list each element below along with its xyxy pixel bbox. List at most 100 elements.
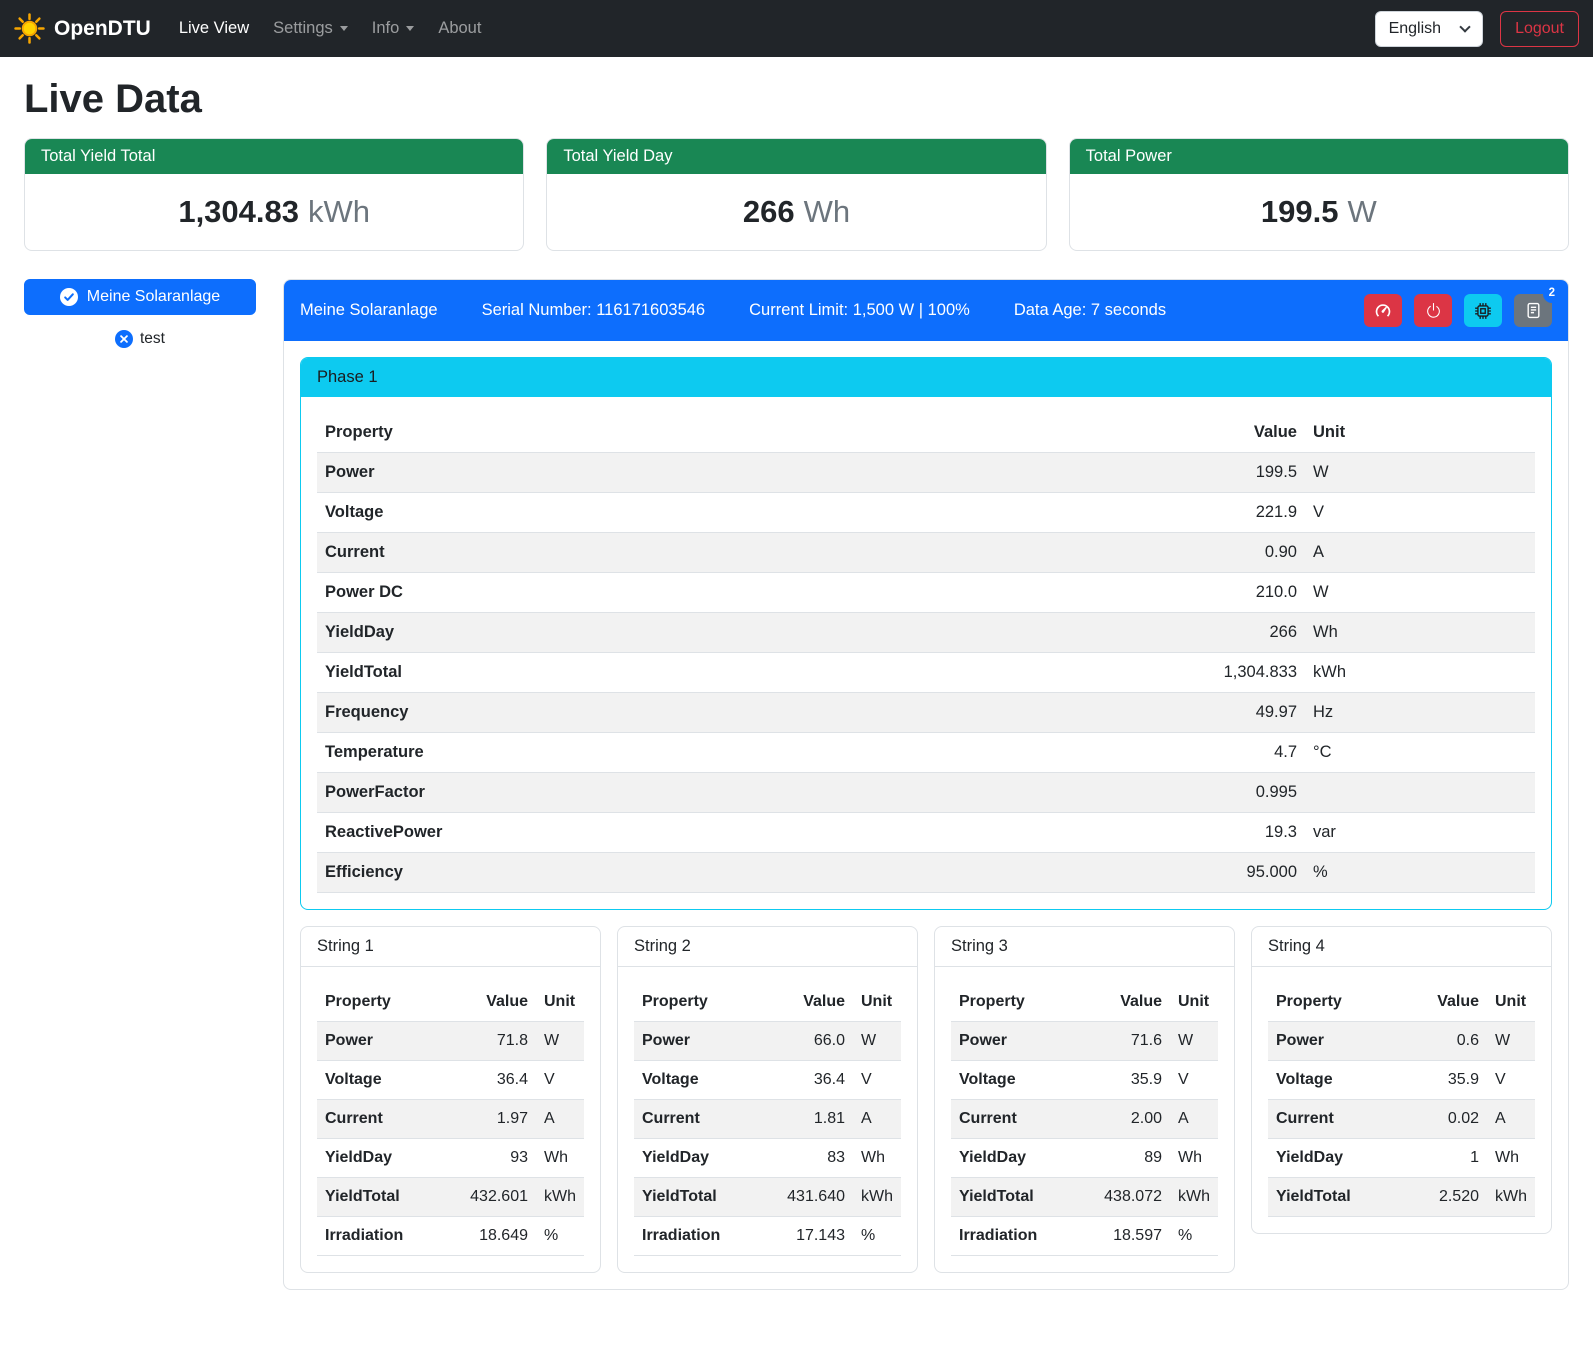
- col-property: Property: [1268, 983, 1415, 1022]
- card-header: Total Power: [1070, 139, 1568, 174]
- string-4-title: String 4: [1252, 927, 1551, 967]
- event-count-badge: 2: [1543, 285, 1561, 303]
- row-unit: Hz: [1305, 693, 1535, 733]
- string-4-card: String 4 Property Value Unit Power0.6WVo…: [1251, 926, 1552, 1234]
- row-value: 1.81: [779, 1100, 853, 1139]
- nav-live-view[interactable]: Live View: [179, 19, 249, 38]
- total-yield-total-value: 1,304.83: [178, 194, 299, 229]
- table-row: Irradiation18.649%: [317, 1217, 584, 1256]
- table-row: YieldDay1Wh: [1268, 1139, 1535, 1178]
- logout-button[interactable]: Logout: [1500, 11, 1579, 47]
- row-unit: kWh: [1170, 1178, 1218, 1217]
- row-property: Irradiation: [951, 1217, 1096, 1256]
- row-property: Temperature: [317, 733, 1175, 773]
- total-yield-day-card: Total Yield Day 266Wh: [546, 138, 1046, 251]
- row-unit: kWh: [1305, 653, 1535, 693]
- row-value: 266: [1175, 613, 1305, 653]
- row-value: 66.0: [779, 1022, 853, 1061]
- sidebar-item-test[interactable]: test: [24, 330, 256, 348]
- table-row: YieldTotal2.520kWh: [1268, 1178, 1535, 1217]
- page-title: Live Data: [0, 77, 1593, 122]
- row-value: 0.995: [1175, 773, 1305, 813]
- row-property: YieldTotal: [317, 653, 1175, 693]
- card-body: 1,304.83 kWh: [25, 174, 523, 250]
- language-select[interactable]: English: [1375, 11, 1483, 47]
- row-property: Voltage: [634, 1061, 779, 1100]
- col-value: Value: [1096, 983, 1170, 1022]
- nav-settings[interactable]: Settings: [273, 19, 348, 38]
- power-button[interactable]: [1414, 294, 1452, 327]
- navbar: OpenDTU Live View Settings Info About En…: [0, 0, 1593, 57]
- brand-title: OpenDTU: [54, 17, 151, 41]
- summary-cards-row: Total Yield Total 1,304.83 kWh Total Yiel…: [0, 138, 1593, 251]
- language-select-value: English: [1389, 20, 1441, 38]
- total-power-card: Total Power 199.5W: [1069, 138, 1569, 251]
- col-unit: Unit: [853, 983, 901, 1022]
- row-property: Current: [1268, 1100, 1415, 1139]
- row-unit: var: [1305, 813, 1535, 853]
- string-2-card: String 2 Property Value Unit Power66.0WV…: [617, 926, 918, 1273]
- table-header-row: Property Value Unit: [317, 413, 1535, 453]
- row-value: 1.97: [462, 1100, 536, 1139]
- nav-info[interactable]: Info: [372, 19, 415, 38]
- row-unit: %: [1305, 853, 1535, 893]
- event-log-button[interactable]: 2: [1514, 294, 1552, 327]
- cpu-icon: [1474, 302, 1492, 320]
- table-header-row: Property Value Unit: [951, 983, 1218, 1022]
- string-2-title: String 2: [618, 927, 917, 967]
- row-unit: kWh: [853, 1178, 901, 1217]
- card-body: 266Wh: [547, 174, 1045, 250]
- table-row: YieldDay93Wh: [317, 1139, 584, 1178]
- journal-icon: [1525, 302, 1542, 319]
- table-row: YieldDay89Wh: [951, 1139, 1218, 1178]
- row-property: ReactivePower: [317, 813, 1175, 853]
- table-row: Current0.02A: [1268, 1100, 1535, 1139]
- limit-settings-button[interactable]: [1364, 294, 1402, 327]
- string-4-body: Property Value Unit Power0.6WVoltage35.9…: [1252, 967, 1551, 1233]
- row-value: 36.4: [462, 1061, 536, 1100]
- row-value: 4.7: [1175, 733, 1305, 773]
- content-row: Meine Solaranlage test Meine Solaranlage…: [0, 279, 1593, 1290]
- row-value: 18.597: [1096, 1217, 1170, 1256]
- table-row: Power71.8W: [317, 1022, 584, 1061]
- row-property: YieldDay: [634, 1139, 779, 1178]
- row-property: Voltage: [951, 1061, 1096, 1100]
- table-row: Efficiency95.000%: [317, 853, 1535, 893]
- check-circle-icon: [60, 288, 78, 306]
- table-row: YieldDay83Wh: [634, 1139, 901, 1178]
- sidebar-item-test-label: test: [140, 330, 165, 348]
- nav-about[interactable]: About: [438, 19, 481, 38]
- opendtu-sun-logo-icon: [14, 13, 45, 44]
- row-value: 431.640: [779, 1178, 853, 1217]
- nav-info-label: Info: [372, 19, 400, 38]
- phase-1-title: Phase 1: [301, 358, 1551, 397]
- row-unit: %: [536, 1217, 584, 1256]
- row-unit: V: [1487, 1061, 1535, 1100]
- row-value: 83: [779, 1139, 853, 1178]
- table-row: Irradiation17.143%: [634, 1217, 901, 1256]
- total-yield-total-unit: kWh: [308, 194, 370, 229]
- row-property: YieldTotal: [634, 1178, 779, 1217]
- table-header-row: Property Value Unit: [317, 983, 584, 1022]
- col-value: Value: [462, 983, 536, 1022]
- row-unit: A: [1487, 1100, 1535, 1139]
- x-circle-icon: [115, 330, 133, 348]
- col-unit: Unit: [536, 983, 584, 1022]
- row-value: 0.6: [1415, 1022, 1487, 1061]
- inverter-data-age: Data Age: 7 seconds: [1014, 301, 1166, 320]
- row-unit: V: [1170, 1061, 1218, 1100]
- row-unit: %: [853, 1217, 901, 1256]
- table-row: Voltage35.9V: [951, 1061, 1218, 1100]
- row-value: 71.8: [462, 1022, 536, 1061]
- col-unit: Unit: [1305, 413, 1535, 453]
- card-header: Total Yield Total: [25, 139, 523, 174]
- inverter-select-button[interactable]: Meine Solaranlage: [24, 279, 256, 315]
- row-value: 36.4: [779, 1061, 853, 1100]
- table-row: Power66.0W: [634, 1022, 901, 1061]
- row-property: PowerFactor: [317, 773, 1175, 813]
- row-property: Irradiation: [634, 1217, 779, 1256]
- device-info-button[interactable]: [1464, 294, 1502, 327]
- row-value: 95.000: [1175, 853, 1305, 893]
- row-unit: %: [1170, 1217, 1218, 1256]
- table-row: Voltage221.9V: [317, 493, 1535, 533]
